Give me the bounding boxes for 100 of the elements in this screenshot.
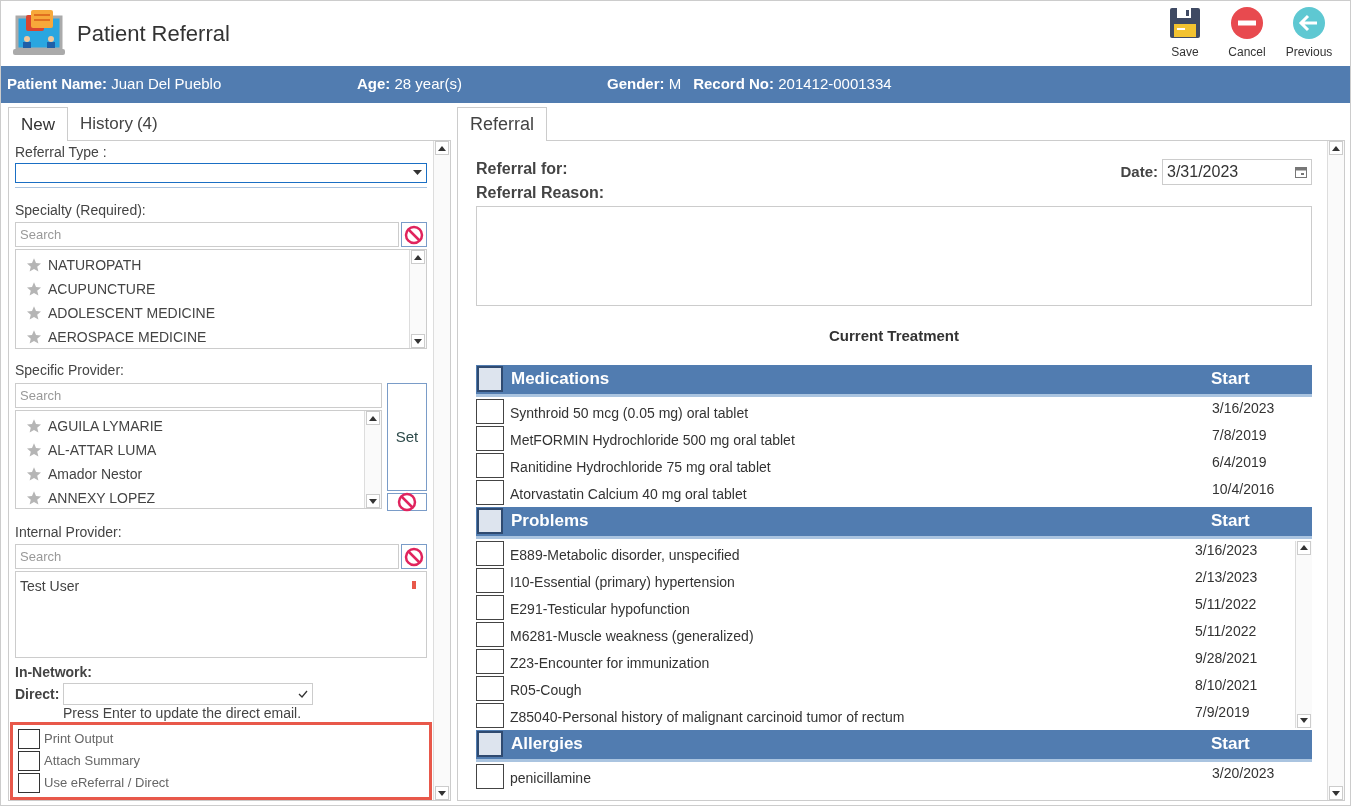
option-checkbox[interactable]: Print Output bbox=[18, 728, 424, 750]
treatment-row[interactable]: penicillamine 3/20/2023 bbox=[476, 763, 1312, 789]
scroll-down-icon[interactable] bbox=[366, 494, 380, 509]
scroll-down-icon[interactable] bbox=[1297, 713, 1311, 728]
field-label: Internal Provider: bbox=[15, 523, 123, 543]
treatment-row[interactable]: MetFORMIN Hydrochloride 500 mg oral tablet 7/8/2019 bbox=[476, 425, 1312, 451]
checkbox[interactable] bbox=[18, 751, 40, 771]
clear-icon bbox=[397, 492, 417, 513]
list-item[interactable]: NATUROPATH bbox=[26, 253, 409, 278]
search-field[interactable]: Search bbox=[15, 383, 382, 409]
list-item[interactable]: AEROSPACE MEDICINE bbox=[26, 325, 409, 350]
toolbar-button[interactable]: Previous bbox=[1284, 6, 1334, 61]
option-checkbox[interactable]: Attach Summary bbox=[18, 750, 424, 772]
scrollbar[interactable] bbox=[1327, 141, 1344, 800]
treatment-row[interactable]: Z85040-Personal history of malignant carcinoid tumor of rectum 7/9/2019 bbox=[476, 702, 1295, 728]
option-checkbox[interactable]: Use eReferral / Direct bbox=[18, 772, 424, 794]
toolbar-button[interactable]: Cancel bbox=[1222, 6, 1272, 61]
clear-button[interactable] bbox=[401, 222, 427, 248]
clear-button[interactable] bbox=[387, 493, 427, 512]
checkbox[interactable] bbox=[476, 675, 504, 701]
field-label: In-Network: bbox=[15, 663, 93, 682]
scrollbar[interactable] bbox=[1295, 540, 1312, 728]
checkbox[interactable] bbox=[477, 731, 503, 757]
field-label: Specific Provider: bbox=[15, 361, 125, 381]
checkbox[interactable] bbox=[476, 594, 504, 620]
star-icon bbox=[26, 466, 42, 483]
list-item[interactable]: Test User bbox=[20, 576, 80, 598]
checkbox[interactable] bbox=[477, 508, 503, 534]
scroll-up-icon[interactable] bbox=[1297, 540, 1311, 555]
checkbox[interactable] bbox=[18, 773, 40, 793]
list-item[interactable]: Amador Nestor bbox=[26, 462, 364, 487]
scroll-up-icon[interactable] bbox=[1329, 141, 1343, 155]
scrollbar[interactable] bbox=[409, 250, 426, 349]
checkbox[interactable] bbox=[476, 621, 504, 647]
list-item[interactable]: AL-ATTAR LUMA bbox=[26, 438, 364, 463]
treatment-row[interactable]: Synthroid 50 mcg (0.05 mg) oral tablet 3/16/2023 bbox=[476, 398, 1312, 424]
field-label: Referral Reason: bbox=[476, 183, 606, 203]
window-title: Patient Referral bbox=[77, 20, 230, 48]
scroll-up-icon[interactable] bbox=[411, 250, 425, 265]
calendar-icon bbox=[1295, 166, 1307, 178]
checkbox[interactable] bbox=[476, 567, 504, 593]
section-header: Allergies Start bbox=[476, 729, 1312, 762]
star-icon bbox=[26, 442, 42, 459]
scroll-up-icon[interactable] bbox=[435, 141, 449, 155]
minus-circle-icon bbox=[1231, 6, 1263, 39]
list-item[interactable]: ANNEXY LOPEZ bbox=[26, 486, 364, 511]
checkbox[interactable] bbox=[476, 398, 504, 424]
tab[interactable]: History (4) bbox=[68, 107, 170, 141]
treatment-row[interactable]: E889-Metabolic disorder, unspecified 3/16/2023 bbox=[476, 540, 1295, 566]
scroll-down-icon[interactable] bbox=[435, 786, 449, 800]
treatment-row[interactable]: Z23-Encounter for immunization 9/28/2021 bbox=[476, 648, 1295, 674]
scroll-up-icon[interactable] bbox=[366, 411, 380, 426]
marker-icon bbox=[412, 581, 416, 590]
section-heading: Current Treatment bbox=[829, 326, 959, 346]
hint-text: Press Enter to update the direct email. bbox=[63, 705, 303, 721]
list-item[interactable]: ACUPUNCTURE bbox=[26, 277, 409, 302]
scrollbar[interactable] bbox=[433, 141, 450, 800]
patient-field: Record No: 201412-0001334 bbox=[693, 73, 892, 96]
list-item[interactable]: ADOLESCENT MEDICINE bbox=[26, 301, 409, 326]
direct-email-field[interactable] bbox=[63, 683, 314, 705]
section-header: Medications Start bbox=[476, 364, 1312, 397]
search-field[interactable]: Search bbox=[15, 222, 399, 248]
set-button[interactable]: Set bbox=[387, 383, 427, 492]
checkbox[interactable] bbox=[476, 648, 504, 674]
checkbox[interactable] bbox=[476, 540, 504, 566]
field-label: Specialty (Required): bbox=[15, 201, 147, 221]
tab[interactable]: New bbox=[8, 107, 68, 141]
list-item[interactable]: AGUILA LYMARIE bbox=[26, 414, 364, 439]
field-label: Referral Type : bbox=[15, 143, 108, 162]
treatment-row[interactable]: R05-Cough 8/10/2021 bbox=[476, 675, 1295, 701]
star-icon bbox=[26, 257, 42, 274]
checkbox[interactable] bbox=[476, 452, 504, 478]
checkbox[interactable] bbox=[476, 479, 504, 505]
check-icon bbox=[298, 690, 309, 698]
scrollbar[interactable] bbox=[364, 411, 381, 509]
date-field[interactable]: 3/31/2023 bbox=[1162, 159, 1312, 185]
treatment-row[interactable]: I10-Essential (primary) hypertension 2/13/2023 bbox=[476, 567, 1295, 593]
patient-field: Age: 28 year(s) bbox=[357, 73, 607, 96]
dropdown-caret-icon bbox=[413, 170, 422, 176]
search-field[interactable]: Search bbox=[15, 544, 399, 570]
section-header: Problems Start bbox=[476, 506, 1312, 539]
treatment-row[interactable]: Ranitidine Hydrochloride 75 mg oral tablet 6/4/2019 bbox=[476, 452, 1312, 478]
scroll-down-icon[interactable] bbox=[1329, 786, 1343, 800]
clear-icon bbox=[404, 546, 424, 567]
clear-button[interactable] bbox=[401, 544, 427, 570]
treatment-row[interactable]: M6281-Muscle weakness (generalized) 5/11/2022 bbox=[476, 621, 1295, 647]
scroll-down-icon[interactable] bbox=[411, 334, 425, 349]
checkbox[interactable] bbox=[476, 702, 504, 728]
referral-type-dropdown[interactable] bbox=[15, 163, 427, 183]
field-label: Date: bbox=[1120, 161, 1158, 182]
treatment-row[interactable]: E291-Testicular hypofunction 5/11/2022 bbox=[476, 594, 1295, 620]
tab[interactable]: Referral bbox=[457, 107, 548, 141]
patient-field: Patient Name: Juan Del Pueblo bbox=[7, 73, 357, 96]
checkbox[interactable] bbox=[476, 763, 504, 789]
patient-field: Gender: M bbox=[607, 73, 682, 96]
checkbox[interactable] bbox=[476, 425, 504, 451]
treatment-row[interactable]: Atorvastatin Calcium 40 mg oral tablet 10/4/2016 bbox=[476, 479, 1312, 505]
toolbar-button[interactable]: Save bbox=[1160, 6, 1210, 61]
checkbox[interactable] bbox=[18, 729, 40, 749]
checkbox[interactable] bbox=[477, 366, 503, 392]
